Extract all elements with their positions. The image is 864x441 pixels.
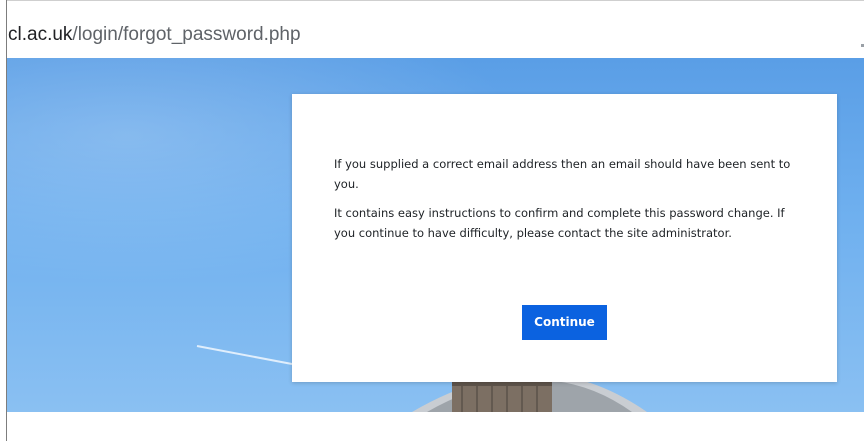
address-bar[interactable]: cl.ac.uk/login/forgot_password.php (7, 12, 864, 58)
url-text[interactable]: cl.ac.uk/login/forgot_password.php (8, 23, 301, 47)
password-reset-confirmation-dialog: If you supplied a correct email address … (292, 94, 837, 382)
window-top-border (6, 0, 864, 1)
confirmation-paragraph-1: If you supplied a correct email address … (334, 157, 791, 191)
url-path: /login/forgot_password.php (72, 24, 301, 45)
url-host: cl.ac.uk (8, 24, 73, 45)
confirmation-paragraph-2: It contains easy instructions to confirm… (334, 206, 785, 240)
confirmation-message: If you supplied a correct email address … (334, 154, 799, 252)
continue-button[interactable]: Continue (522, 305, 607, 340)
